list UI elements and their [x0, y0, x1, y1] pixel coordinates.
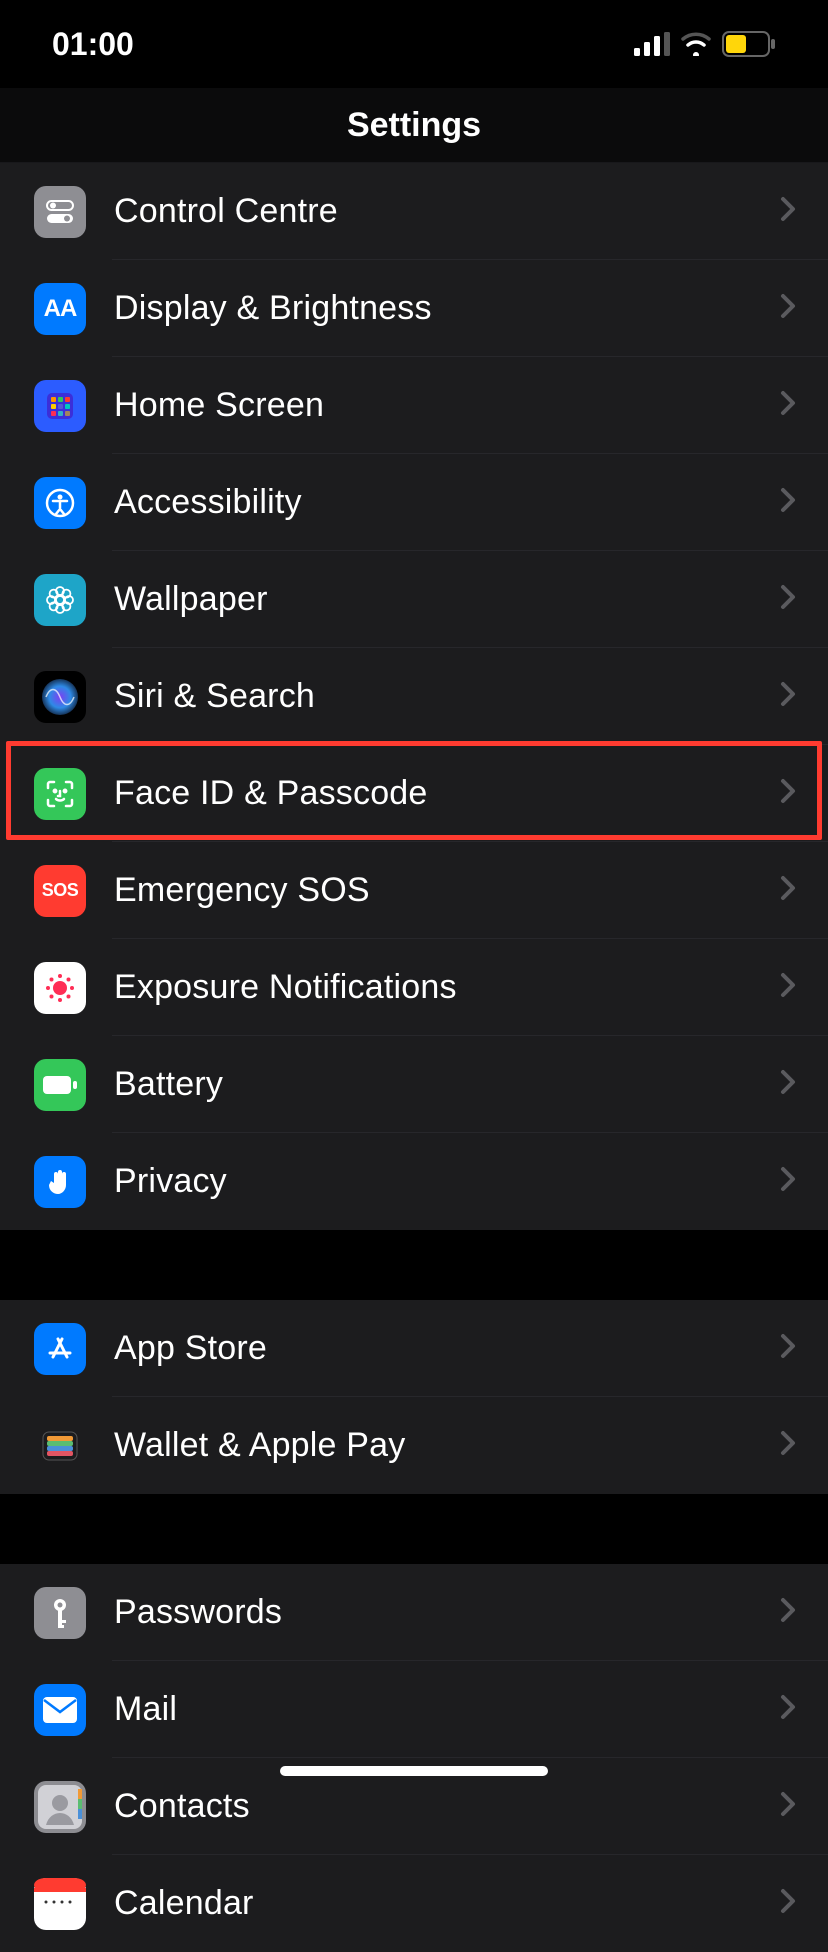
- settings-row-battery[interactable]: Battery: [0, 1036, 828, 1133]
- cellular-icon: [634, 32, 670, 56]
- chevron-right-icon: [780, 875, 796, 906]
- chevron-right-icon: [780, 1166, 796, 1197]
- nav-bar: Settings: [0, 88, 828, 163]
- battery-icon: [722, 31, 776, 57]
- home-screen-icon: [34, 380, 86, 432]
- contacts-icon: [34, 1781, 86, 1833]
- chevron-right-icon: [780, 1333, 796, 1364]
- settings-row-label: Accessibility: [114, 483, 752, 522]
- settings-row-wallet[interactable]: Wallet & Apple Pay: [0, 1397, 828, 1494]
- settings-section: App Store Wallet & Apple Pay: [0, 1300, 828, 1494]
- wallpaper-icon: [34, 574, 86, 626]
- settings-row-label: Exposure Notifications: [114, 968, 752, 1007]
- settings-row-label: Passwords: [114, 1593, 752, 1632]
- chevron-right-icon: [780, 1597, 796, 1628]
- chevron-right-icon: [780, 778, 796, 809]
- settings-row-faceid[interactable]: Face ID & Passcode: [0, 745, 828, 842]
- settings-list[interactable]: Control Centre AA Display & Brightness Home…: [0, 163, 828, 1952]
- settings-row-sos[interactable]: SOS Emergency SOS: [0, 842, 828, 939]
- status-indicators: [634, 31, 776, 57]
- page-title: Settings: [347, 106, 481, 145]
- settings-row-home-screen[interactable]: Home Screen: [0, 357, 828, 454]
- chevron-right-icon: [780, 1430, 796, 1461]
- chevron-right-icon: [780, 1791, 796, 1822]
- chevron-right-icon: [780, 196, 796, 227]
- wallet-icon: [34, 1420, 86, 1472]
- chevron-right-icon: [780, 1888, 796, 1919]
- settings-row-label: Display & Brightness: [114, 289, 752, 328]
- accessibility-icon: [34, 477, 86, 529]
- status-time: 01:00: [52, 26, 134, 63]
- settings-row-label: Battery: [114, 1065, 752, 1104]
- control-centre-icon: [34, 186, 86, 238]
- battery-icon: [34, 1059, 86, 1111]
- sos-icon: SOS: [34, 865, 86, 917]
- passwords-icon: [34, 1587, 86, 1639]
- exposure-icon: [34, 962, 86, 1014]
- settings-section: Passwords Mail Contacts Calendar: [0, 1564, 828, 1952]
- privacy-icon: [34, 1156, 86, 1208]
- wifi-icon: [680, 32, 712, 56]
- chevron-right-icon: [780, 293, 796, 324]
- settings-row-wallpaper[interactable]: Wallpaper: [0, 551, 828, 648]
- chevron-right-icon: [780, 390, 796, 421]
- siri-icon: [34, 671, 86, 723]
- settings-row-passwords[interactable]: Passwords: [0, 1564, 828, 1661]
- display-icon: AA: [34, 283, 86, 335]
- settings-row-label: Mail: [114, 1690, 752, 1729]
- settings-row-label: Privacy: [114, 1162, 752, 1201]
- settings-row-label: Wallet & Apple Pay: [114, 1426, 752, 1465]
- settings-row-label: Calendar: [114, 1884, 752, 1923]
- chevron-right-icon: [780, 584, 796, 615]
- settings-row-label: Control Centre: [114, 192, 752, 231]
- settings-row-label: Contacts: [114, 1787, 752, 1826]
- settings-row-label: Face ID & Passcode: [114, 774, 752, 813]
- settings-row-control-centre[interactable]: Control Centre: [0, 163, 828, 260]
- chevron-right-icon: [780, 1694, 796, 1725]
- settings-row-accessibility[interactable]: Accessibility: [0, 454, 828, 551]
- settings-row-exposure[interactable]: Exposure Notifications: [0, 939, 828, 1036]
- chevron-right-icon: [780, 487, 796, 518]
- home-indicator[interactable]: [280, 1766, 548, 1776]
- settings-row-calendar[interactable]: Calendar: [0, 1855, 828, 1952]
- calendar-icon: [34, 1878, 86, 1930]
- chevron-right-icon: [780, 1069, 796, 1100]
- chevron-right-icon: [780, 681, 796, 712]
- settings-row-label: App Store: [114, 1329, 752, 1368]
- settings-row-display[interactable]: AA Display & Brightness: [0, 260, 828, 357]
- settings-row-label: Wallpaper: [114, 580, 752, 619]
- settings-row-siri[interactable]: Siri & Search: [0, 648, 828, 745]
- status-bar: 01:00: [0, 0, 828, 88]
- settings-section: Control Centre AA Display & Brightness Home…: [0, 163, 828, 1230]
- settings-row-appstore[interactable]: App Store: [0, 1300, 828, 1397]
- settings-row-label: Siri & Search: [114, 677, 752, 716]
- settings-row-label: Emergency SOS: [114, 871, 752, 910]
- chevron-right-icon: [780, 972, 796, 1003]
- settings-row-mail[interactable]: Mail: [0, 1661, 828, 1758]
- mail-icon: [34, 1684, 86, 1736]
- appstore-icon: [34, 1323, 86, 1375]
- settings-row-privacy[interactable]: Privacy: [0, 1133, 828, 1230]
- settings-row-label: Home Screen: [114, 386, 752, 425]
- faceid-icon: [34, 768, 86, 820]
